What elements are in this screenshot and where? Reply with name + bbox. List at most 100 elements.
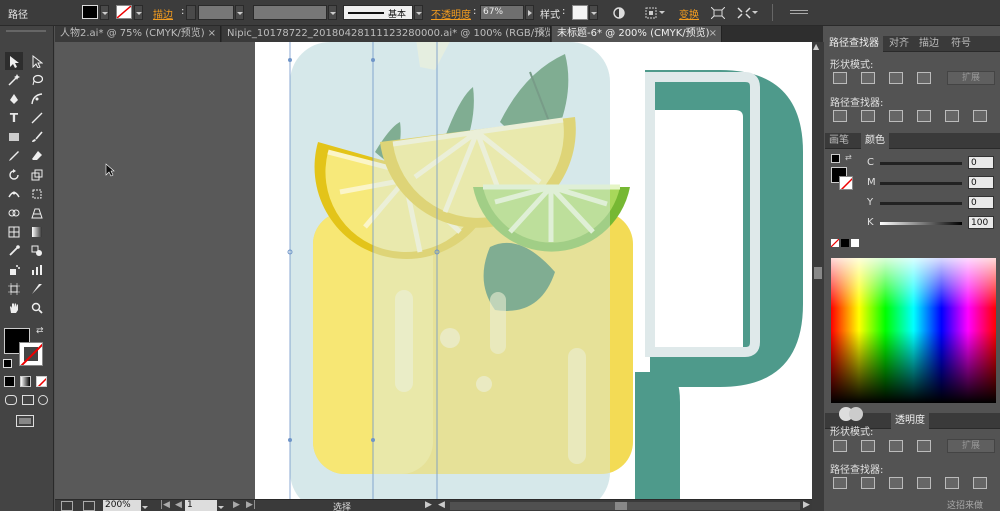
transform-each-icon[interactable] — [736, 5, 752, 21]
stroke-swatch[interactable] — [116, 5, 132, 19]
zoom-field[interactable]: 200% — [103, 500, 141, 511]
zoom-icon[interactable] — [28, 299, 46, 317]
exclude-icon[interactable] — [917, 72, 931, 84]
opacity-label[interactable]: 不透明度 — [431, 6, 471, 21]
color-spectrum[interactable] — [831, 258, 996, 403]
horizontal-scrollbar[interactable] — [450, 502, 800, 510]
lemonade-mug-artwork[interactable] — [255, 42, 812, 499]
vscroll-up-icon[interactable]: ▲ — [813, 42, 819, 51]
panel-menu-icon[interactable] — [790, 10, 808, 14]
artboard-icon[interactable] — [5, 280, 23, 298]
minus-front-icon[interactable] — [861, 72, 875, 84]
white-swatch[interactable] — [851, 239, 859, 247]
variable-width-field[interactable] — [253, 5, 327, 20]
stroke-label[interactable]: 描边 — [153, 6, 173, 21]
eyedropper-icon[interactable] — [5, 242, 23, 260]
eraser-icon[interactable] — [28, 147, 46, 165]
opacity-field[interactable]: 67% — [480, 5, 524, 20]
color-small-swatch[interactable] — [831, 154, 840, 163]
default-colors-icon[interactable] — [3, 359, 12, 368]
outline-icon[interactable] — [945, 110, 959, 122]
gradient-mode-icon[interactable] — [20, 376, 31, 387]
expand-button-2[interactable]: 扩展 — [947, 439, 995, 453]
screen-mode-icon[interactable] — [16, 415, 34, 427]
crop-icon[interactable] — [917, 110, 931, 122]
pencil-icon[interactable] — [5, 147, 23, 165]
canvas-area[interactable] — [55, 42, 812, 499]
cyan-value[interactable]: 0 — [968, 156, 994, 169]
hand-icon[interactable] — [5, 299, 23, 317]
black-value[interactable]: 100 — [968, 216, 994, 229]
curvature-icon[interactable] — [28, 90, 46, 108]
symbol-sprayer-icon[interactable] — [5, 261, 23, 279]
crop-icon[interactable] — [917, 477, 931, 489]
tab-brushes[interactable]: 画笔 — [825, 133, 853, 149]
blend-icon[interactable] — [28, 242, 46, 260]
trim-icon[interactable] — [861, 477, 875, 489]
black-swatch[interactable] — [841, 239, 849, 247]
paintbrush-icon[interactable] — [28, 128, 46, 146]
tab-color[interactable]: 颜色 — [861, 133, 889, 149]
last-page-icon[interactable]: ▶| — [246, 500, 256, 510]
trim-icon[interactable] — [861, 110, 875, 122]
stroke-weight-field[interactable] — [198, 5, 234, 20]
unite-icon[interactable] — [833, 440, 847, 452]
first-page-icon[interactable]: |◀ — [160, 500, 170, 510]
next-page-icon[interactable]: ▶ — [233, 500, 240, 510]
artboard-nav-icon[interactable] — [61, 501, 73, 511]
transform-each-dropdown[interactable] — [751, 5, 760, 20]
stroke-color-box[interactable] — [19, 342, 43, 366]
outline-icon[interactable] — [945, 477, 959, 489]
gradient-icon[interactable] — [28, 223, 46, 241]
perspective-icon[interactable] — [28, 204, 46, 222]
opacity-arrow[interactable] — [525, 5, 534, 20]
anchor-point[interactable] — [288, 438, 292, 442]
share-icon[interactable] — [83, 501, 95, 511]
yellow-value[interactable]: 0 — [968, 196, 994, 209]
vscroll-thumb[interactable] — [814, 267, 822, 279]
stroke-dropdown[interactable] — [134, 5, 143, 20]
prev-page-icon[interactable]: ◀ — [175, 500, 182, 510]
color-stroke-swatch[interactable] — [839, 176, 853, 190]
slice-icon[interactable] — [28, 280, 46, 298]
line-icon[interactable] — [28, 109, 46, 127]
black-slider[interactable] — [880, 222, 962, 225]
cyan-slider[interactable] — [880, 162, 962, 165]
intersect-icon[interactable] — [889, 72, 903, 84]
exclude-icon[interactable] — [917, 440, 931, 452]
gradient-icon[interactable] — [849, 407, 863, 421]
magic-wand-icon[interactable] — [5, 71, 23, 89]
divide-icon[interactable] — [833, 110, 847, 122]
merge-icon[interactable] — [889, 110, 903, 122]
direct-selection-icon[interactable] — [28, 52, 46, 70]
magenta-value[interactable]: 0 — [968, 176, 994, 189]
minus-front-icon[interactable] — [861, 440, 875, 452]
tab-document-1[interactable]: 人物2.ai* @ 75% (CMYK/预览) × — [55, 26, 221, 42]
scale-icon[interactable] — [28, 166, 46, 184]
close-icon[interactable]: × — [538, 26, 546, 42]
page-field[interactable]: 1 — [185, 500, 217, 511]
recolor-artwork-icon[interactable] — [611, 5, 627, 21]
tab-symbols[interactable]: 符号 — [947, 36, 975, 52]
swap-colors-icon[interactable]: ⇄ — [36, 326, 44, 336]
intersect-icon[interactable] — [889, 440, 903, 452]
free-transform-icon[interactable] — [28, 185, 46, 203]
magenta-slider[interactable] — [880, 182, 962, 185]
align-to-dropdown[interactable] — [658, 5, 667, 20]
width-icon[interactable] — [5, 185, 23, 203]
artboard[interactable] — [255, 42, 812, 499]
tab-document-3[interactable]: 未标题-6* @ 200% (CMYK/预览) × — [552, 26, 722, 42]
minus-back-icon[interactable] — [973, 477, 987, 489]
merge-icon[interactable] — [889, 477, 903, 489]
isolate-icon[interactable] — [710, 5, 726, 21]
lasso-icon[interactable] — [28, 71, 46, 89]
tab-align[interactable]: 对齐 — [885, 36, 913, 52]
stroke-weight-dropdown[interactable] — [235, 5, 244, 20]
rotate-icon[interactable] — [5, 166, 23, 184]
zoom-dropdown[interactable] — [141, 500, 150, 511]
unite-icon[interactable] — [833, 72, 847, 84]
tab-document-2[interactable]: Nipic_10178722_20180428111123280000.ai* … — [222, 26, 551, 42]
tab-stroke[interactable]: 描边 — [915, 36, 943, 52]
close-icon[interactable]: × — [709, 26, 717, 42]
pen-icon[interactable] — [5, 90, 23, 108]
